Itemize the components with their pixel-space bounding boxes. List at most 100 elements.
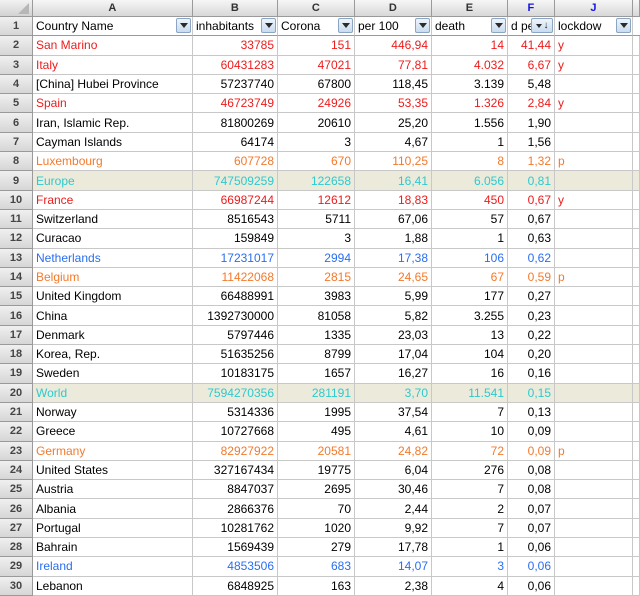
cell-corona-cases[interactable]: 2994 [278,248,355,268]
cell-deaths[interactable]: 10 [432,422,508,442]
cell-deaths-per-1k[interactable]: 41,44 [508,36,555,56]
column-title-inhabitants[interactable]: inhabitants [193,17,278,37]
cell-deaths-per-1k[interactable]: 2,84 [508,94,555,114]
cell-country-name[interactable]: Korea, Rep. [33,345,193,365]
cell-deaths-per-1k[interactable]: 0,07 [508,499,555,519]
cell-lockdown-flag[interactable] [555,576,633,596]
cell-deaths-per-1k[interactable]: 0,81 [508,171,555,191]
cell-deaths[interactable]: 7 [432,480,508,500]
cell-corona-cases[interactable]: 670 [278,152,355,172]
column-header-B[interactable]: B [193,0,278,17]
row-header-15[interactable]: 15 [0,287,33,307]
cell-deaths[interactable]: 67 [432,267,508,288]
cell-deaths[interactable]: 177 [432,287,508,307]
cell-inhabitants[interactable]: 33785 [193,36,278,56]
cell-deaths-per-1k[interactable]: 0,67 [508,190,555,210]
cell-corona-cases[interactable]: 8799 [278,345,355,365]
cell-cases-per-100k[interactable]: 17,04 [355,345,432,365]
cell-deaths-per-1k[interactable]: 0,07 [508,518,555,539]
cell-lockdown-flag[interactable] [555,171,633,191]
select-all-corner[interactable] [0,0,33,17]
cell-corona-cases[interactable]: 24926 [278,94,355,114]
cell-inhabitants[interactable]: 6848925 [193,576,278,596]
cell-deaths-per-1k[interactable]: 0,06 [508,557,555,577]
cell-corona-cases[interactable]: 70 [278,499,355,519]
cell-lockdown-flag[interactable]: p [555,152,633,172]
cell-inhabitants[interactable]: 8516543 [193,209,278,230]
cell-cases-per-100k[interactable]: 446,94 [355,36,432,56]
cell-inhabitants[interactable]: 66987244 [193,190,278,210]
cell-inhabitants[interactable]: 57237740 [193,74,278,95]
cell-country-name[interactable]: Denmark [33,325,193,346]
cell-corona-cases[interactable]: 1335 [278,325,355,346]
column-header-E[interactable]: E [432,0,508,17]
cell-corona-cases[interactable]: 20581 [278,441,355,461]
cell-lockdown-flag[interactable] [555,383,633,403]
cell-inhabitants[interactable]: 8847037 [193,480,278,500]
row-header-30[interactable]: 30 [0,576,33,596]
cell-deaths[interactable]: 2 [432,499,508,519]
cell-deaths-per-1k[interactable]: 0,59 [508,267,555,288]
cell-country-name[interactable]: Cayman Islands [33,132,193,153]
cell-country-name[interactable]: Luxembourg [33,152,193,172]
cell-cases-per-100k[interactable]: 18,83 [355,190,432,210]
cell-deaths[interactable]: 8 [432,152,508,172]
cell-lockdown-flag[interactable]: y [555,55,633,75]
cell-deaths[interactable]: 57 [432,209,508,230]
cell-lockdown-flag[interactable] [555,518,633,539]
column-title-deaths-per-1k[interactable]: d per 1 ↓ [508,17,555,37]
cell-deaths[interactable]: 14 [432,36,508,56]
cell-country-name[interactable]: Portugal [33,518,193,539]
row-header-19[interactable]: 19 [0,364,33,384]
cell-lockdown-flag[interactable] [555,557,633,577]
cell-inhabitants[interactable]: 2866376 [193,499,278,519]
cell-lockdown-flag[interactable]: y [555,36,633,56]
cell-deaths[interactable]: 13 [432,325,508,346]
row-header-29[interactable]: 29 [0,557,33,577]
cell-deaths-per-1k[interactable]: 0,23 [508,306,555,326]
cell-corona-cases[interactable]: 2815 [278,267,355,288]
cell-country-name[interactable]: Europe [33,171,193,191]
row-header-21[interactable]: 21 [0,402,33,423]
row-header-26[interactable]: 26 [0,499,33,519]
filter-dropdown-button-inhabitants[interactable] [261,18,276,33]
cell-deaths[interactable]: 1 [432,132,508,153]
cell-lockdown-flag[interactable] [555,460,633,481]
row-header-14[interactable]: 14 [0,267,33,288]
filter-dropdown-button-cases-per-100k[interactable] [415,18,430,33]
row-header-10[interactable]: 10 [0,190,33,210]
cell-corona-cases[interactable]: 1995 [278,402,355,423]
cell-cases-per-100k[interactable]: 17,38 [355,248,432,268]
cell-corona-cases[interactable]: 683 [278,557,355,577]
cell-inhabitants[interactable]: 60431283 [193,55,278,75]
row-header-12[interactable]: 12 [0,229,33,249]
row-header-11[interactable]: 11 [0,209,33,230]
row-header-28[interactable]: 28 [0,538,33,558]
cell-cases-per-100k[interactable]: 3,70 [355,383,432,403]
cell-inhabitants[interactable]: 747509259 [193,171,278,191]
cell-inhabitants[interactable]: 5797446 [193,325,278,346]
cell-cases-per-100k[interactable]: 2,38 [355,576,432,596]
cell-corona-cases[interactable]: 67800 [278,74,355,95]
filter-dropdown-button-lockdown-flag[interactable] [616,18,631,33]
cell-deaths[interactable]: 4 [432,576,508,596]
cell-deaths-per-1k[interactable]: 0,27 [508,287,555,307]
cell-corona-cases[interactable]: 81058 [278,306,355,326]
cell-inhabitants[interactable]: 11422068 [193,267,278,288]
cell-lockdown-flag[interactable]: y [555,94,633,114]
cell-corona-cases[interactable]: 20610 [278,113,355,133]
cell-cases-per-100k[interactable]: 1,88 [355,229,432,249]
cell-cases-per-100k[interactable]: 24,65 [355,267,432,288]
cell-lockdown-flag[interactable]: y [555,190,633,210]
column-title-corona-cases[interactable]: Corona [278,17,355,37]
cell-lockdown-flag[interactable] [555,364,633,384]
cell-inhabitants[interactable]: 82927922 [193,441,278,461]
cell-deaths[interactable]: 104 [432,345,508,365]
cell-inhabitants[interactable]: 5314336 [193,402,278,423]
cell-deaths-per-1k[interactable]: 0,63 [508,229,555,249]
row-header-7[interactable]: 7 [0,132,33,153]
cell-lockdown-flag[interactable] [555,402,633,423]
cell-inhabitants[interactable]: 10281762 [193,518,278,539]
cell-inhabitants[interactable]: 81800269 [193,113,278,133]
cell-cases-per-100k[interactable]: 37,54 [355,402,432,423]
